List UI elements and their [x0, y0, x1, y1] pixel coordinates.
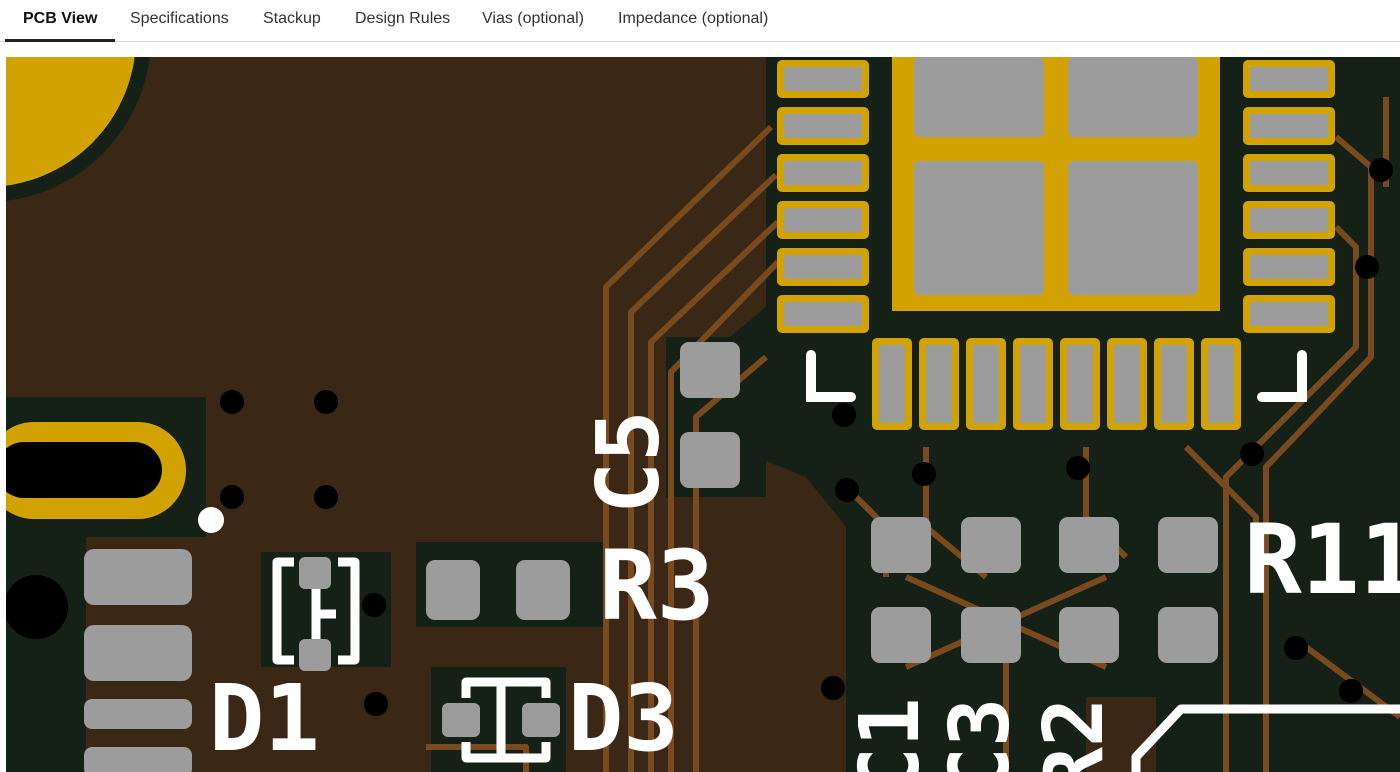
pcb-viewer[interactable]: C5 R3 R11 D1 D3 C1 C3 R2: [6, 57, 1400, 772]
designator-d1: D1: [209, 665, 320, 772]
mounting-hole: [6, 575, 68, 639]
pcb-canvas: C5 R3 R11 D1 D3 C1 C3 R2: [6, 57, 1400, 772]
tab-stackup[interactable]: Stackup: [263, 0, 321, 40]
tab-design-rules[interactable]: Design Rules: [355, 0, 450, 40]
tab-pcb-view[interactable]: PCB View: [4, 0, 116, 42]
tab-vias[interactable]: Vias (optional): [482, 0, 584, 40]
pin-one-marker: [198, 507, 224, 533]
tab-bar: PCB View Specifications Stackup Design R…: [0, 0, 1400, 42]
designator-c5: C5: [579, 410, 679, 514]
tab-specifications[interactable]: Specifications: [130, 0, 229, 40]
designator-c3: C3: [933, 698, 1028, 772]
slotted-oval-pad: [6, 422, 186, 519]
designator-r11: R11: [1244, 504, 1400, 616]
designator-d3: D3: [568, 665, 679, 772]
designator-c1: C1: [843, 698, 938, 772]
tab-impedance[interactable]: Impedance (optional): [618, 0, 768, 40]
designator-r3: R3: [599, 530, 715, 642]
designator-r2: R2: [1027, 698, 1122, 772]
